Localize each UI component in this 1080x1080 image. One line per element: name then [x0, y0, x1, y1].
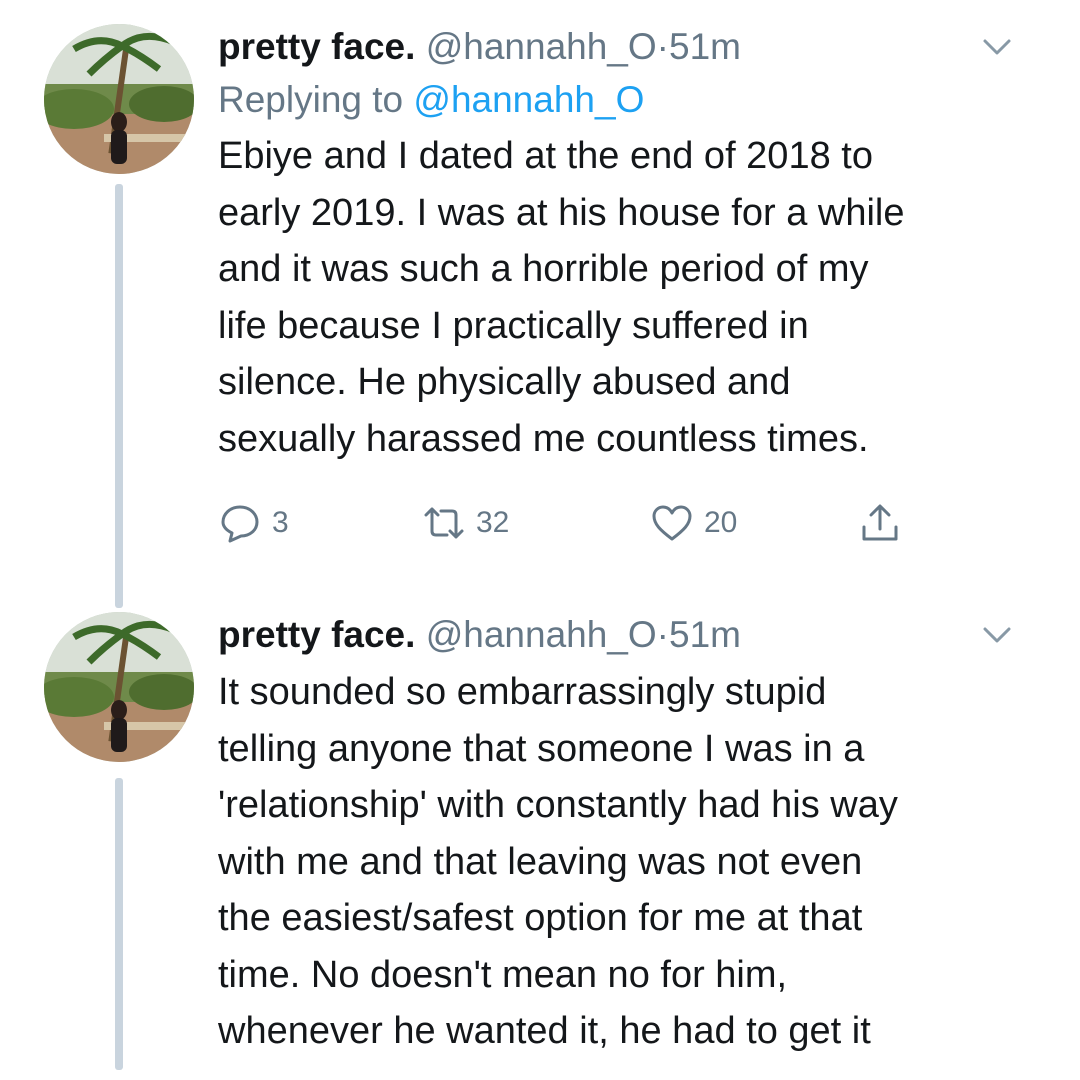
speech-bubble-icon: [221, 505, 259, 543]
share-button[interactable]: [858, 498, 902, 548]
tweet-text-line: It sounded so embarrassingly stupid: [218, 671, 827, 713]
tweet-text-line: early 2019. I was at his house for a whi…: [218, 191, 905, 234]
tweet-text-line: with me and that leaving was not even: [218, 840, 863, 883]
username[interactable]: @hannahh_O: [426, 614, 657, 655]
reply-button[interactable]: 3: [218, 498, 289, 548]
tweet-header: pretty face. @hannahh_O·51m: [218, 24, 1044, 70]
tweet-text-line: and it was such a horrible period of my: [218, 248, 869, 290]
tweet-text-line: telling anyone that someone I was in a: [218, 727, 865, 770]
separator-dot: ·: [656, 26, 669, 67]
timestamp[interactable]: 51m: [669, 614, 741, 655]
tweet-text-line: time. No doesn't mean no for him,: [218, 953, 788, 996]
tweet[interactable]: pretty face. @hannahh_O·51m Replying to …: [0, 0, 1080, 608]
tweet-content: pretty face. @hannahh_O·51m It sounded s…: [218, 612, 1044, 1060]
tweet-header: pretty face. @hannahh_O·51m: [218, 612, 1044, 658]
tweet-thread: pretty face. @hannahh_O·51m Replying to …: [0, 0, 1080, 1080]
display-name[interactable]: pretty face.: [218, 614, 415, 655]
like-button[interactable]: 20: [650, 498, 737, 548]
like-count: 20: [704, 506, 738, 539]
tweet-text: It sounded so embarrassingly stupid tell…: [218, 664, 1044, 1060]
share-upload-icon: [862, 504, 898, 541]
reply-count: 3: [272, 506, 289, 539]
tweet-text-line: silence. He physically abused and: [218, 361, 791, 403]
tweet-text-line: the easiest/safest option for me at that: [218, 897, 863, 939]
tweet-text: Ebiye and I dated at the end of 2018 to …: [218, 128, 1044, 467]
username[interactable]: @hannahh_O: [426, 26, 657, 67]
tweet[interactable]: pretty face. @hannahh_O·51m It sounded s…: [0, 608, 1080, 1080]
tweet-actions: 3 32 20: [218, 498, 958, 548]
display-name[interactable]: pretty face.: [218, 26, 415, 67]
retweet-button[interactable]: 32: [422, 498, 509, 548]
thread-connector: [115, 778, 123, 1070]
retweet-count: 32: [476, 506, 510, 539]
tweet-text-line: 'relationship' with constantly had his w…: [218, 784, 898, 826]
separator-dot: ·: [656, 614, 669, 655]
mention-link[interactable]: @hannahh_O: [413, 79, 644, 120]
tweet-text-line: life because I practically suffered in: [218, 304, 809, 347]
heart-icon: [652, 505, 692, 541]
tweet-text-line: sexually harassed me countless times.: [218, 417, 869, 460]
thread-connector: [115, 184, 123, 608]
timestamp[interactable]: 51m: [669, 26, 741, 67]
chevron-down-icon[interactable]: [980, 618, 1014, 652]
tweet-text-line: Ebiye and I dated at the end of 2018 to: [218, 135, 873, 177]
retweet-arrows-icon: [424, 507, 464, 539]
tweet-text-line: whenever he wanted it, he had to get it: [218, 1010, 871, 1052]
replying-to: Replying to @hannahh_O: [218, 76, 1044, 124]
avatar[interactable]: [44, 612, 194, 762]
avatar[interactable]: [44, 24, 194, 174]
replying-label: Replying to: [218, 79, 404, 120]
tweet-content: pretty face. @hannahh_O·51m Replying to …: [218, 24, 1044, 467]
chevron-down-icon[interactable]: [980, 30, 1014, 64]
